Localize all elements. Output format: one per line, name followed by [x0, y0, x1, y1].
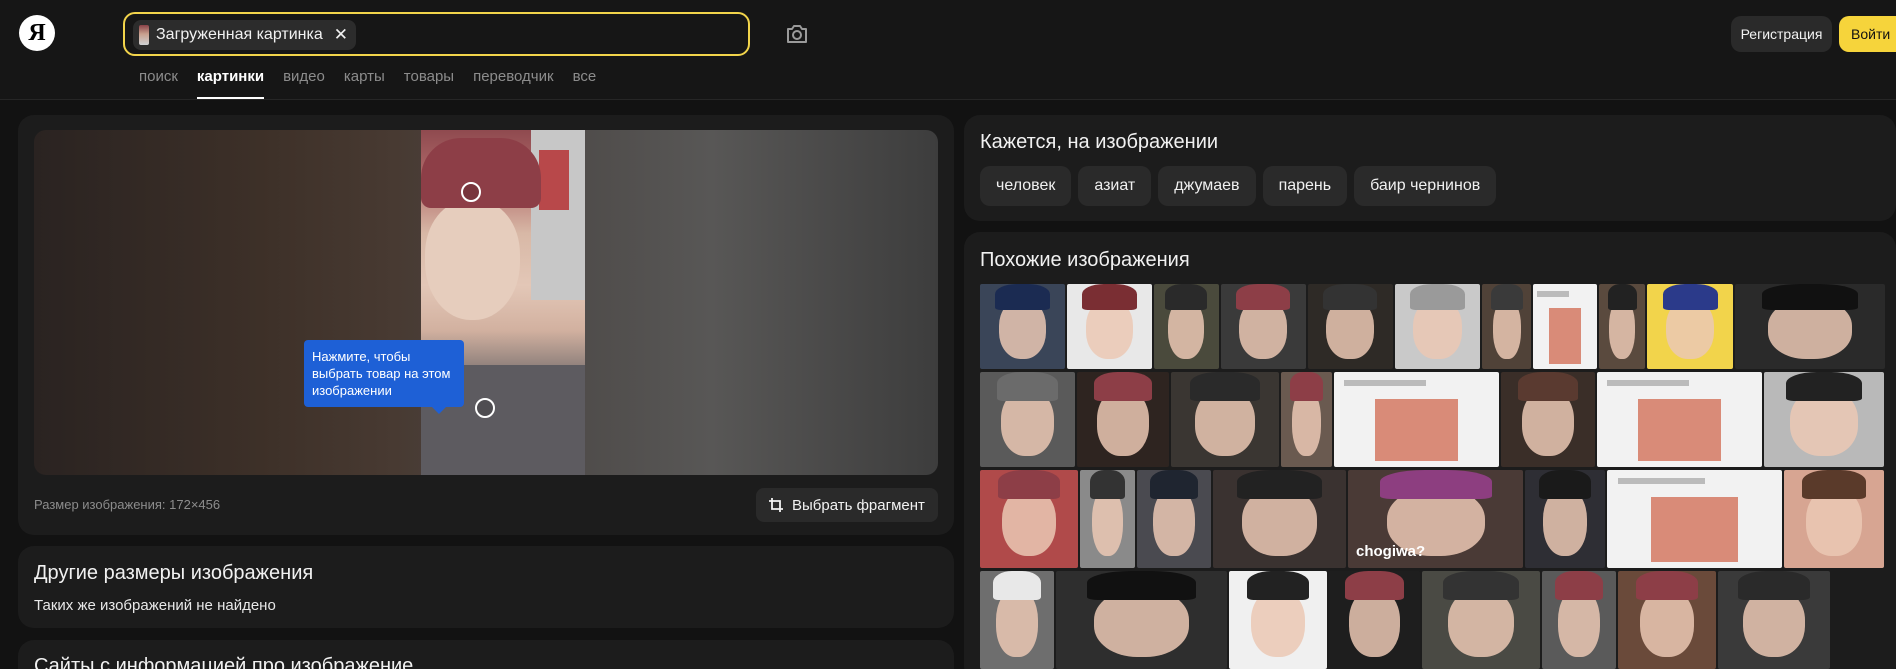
similar-image[interactable] — [1077, 372, 1169, 467]
tab-images[interactable]: картинки — [196, 68, 265, 100]
search-box[interactable]: Загруженная картинка ✕ — [123, 12, 750, 56]
similar-image[interactable] — [1153, 284, 1219, 369]
register-button[interactable]: Регистрация — [1731, 16, 1832, 52]
similar-image[interactable] — [1334, 372, 1499, 467]
header: Я Загруженная картинка ✕ поиск картинки … — [0, 0, 1896, 100]
tag-chip[interactable]: человек — [980, 166, 1072, 206]
similar-images-grid: chogiwa? — [980, 284, 1885, 669]
tab-maps[interactable]: карты — [344, 68, 385, 100]
similar-image[interactable] — [1056, 571, 1227, 669]
tab-products[interactable]: товары — [404, 68, 454, 100]
similar-image-caption: chogiwa? — [1356, 543, 1426, 560]
tag-chip[interactable]: парень — [1262, 166, 1348, 206]
similar-image[interactable] — [1482, 284, 1532, 369]
login-button[interactable]: Войти — [1839, 16, 1896, 52]
recognized-tags-list: человек азиат джумаев парень баир чернин… — [980, 166, 1497, 206]
similar-image[interactable] — [1525, 470, 1605, 568]
similar-image[interactable] — [980, 284, 1065, 369]
similar-image[interactable]: chogiwa? — [1348, 470, 1523, 568]
similar-image[interactable] — [1618, 571, 1716, 669]
sites-title: Сайты с информацией про изображение — [34, 655, 414, 669]
similar-image[interactable] — [1422, 571, 1540, 669]
similar-image[interactable] — [980, 372, 1075, 467]
recognized-tags-title: Кажется, на изображении — [980, 131, 1219, 153]
uploaded-image[interactable] — [421, 130, 585, 475]
close-icon[interactable]: ✕ — [334, 25, 348, 45]
tab-all[interactable]: все — [573, 68, 597, 100]
similar-image[interactable] — [1213, 470, 1346, 568]
uploaded-image-label: Загруженная картинка — [156, 26, 323, 43]
select-fragment-button[interactable]: Выбрать фрагмент — [756, 488, 938, 522]
similar-image[interactable] — [1066, 284, 1152, 369]
similar-image[interactable] — [1171, 372, 1279, 467]
similar-image[interactable] — [1784, 470, 1884, 568]
similar-image[interactable] — [1229, 571, 1327, 669]
crop-icon — [769, 498, 783, 512]
search-tabs: поиск картинки видео карты товары перево… — [139, 68, 615, 100]
similar-image[interactable] — [1281, 372, 1332, 467]
tag-chip[interactable]: азиат — [1078, 166, 1152, 206]
tag-chip[interactable]: баир чернинов — [1354, 166, 1497, 206]
similar-image[interactable] — [1533, 284, 1598, 369]
hotspot-tooltip: Нажмите, чтобы выбрать товар на этом изо… — [304, 340, 464, 414]
similar-image[interactable] — [1220, 284, 1306, 369]
similar-image[interactable] — [1647, 284, 1734, 369]
grid-row: chogiwa? — [980, 470, 1885, 568]
similar-image[interactable] — [980, 571, 1054, 669]
tag-chip[interactable]: джумаев — [1158, 166, 1256, 206]
similar-image[interactable] — [1080, 470, 1135, 568]
similar-image[interactable] — [1735, 284, 1885, 369]
similar-image[interactable] — [1501, 372, 1595, 467]
grid-row — [980, 571, 1885, 669]
grid-row — [980, 284, 1885, 369]
uploaded-image-chip[interactable]: Загруженная картинка ✕ — [133, 20, 356, 50]
select-fragment-label: Выбрать фрагмент — [792, 496, 925, 514]
similar-image[interactable] — [980, 470, 1078, 568]
yandex-logo[interactable]: Я — [19, 15, 55, 51]
similar-image[interactable] — [1718, 571, 1830, 669]
similar-image[interactable] — [1607, 470, 1782, 568]
similar-image[interactable] — [1394, 284, 1481, 369]
similar-image[interactable] — [1597, 372, 1762, 467]
similar-images-title: Похожие изображения — [980, 249, 1190, 271]
tab-search[interactable]: поиск — [139, 68, 178, 100]
similar-image[interactable] — [1307, 284, 1393, 369]
image-size-label: Размер изображения: 172×456 — [34, 497, 221, 512]
similar-image[interactable] — [1137, 470, 1211, 568]
product-hotspot-shirt[interactable] — [475, 398, 495, 418]
similar-image[interactable] — [1764, 372, 1884, 467]
uploaded-image-thumbnail — [139, 25, 149, 45]
other-sizes-panel — [18, 546, 954, 628]
similar-image[interactable] — [1599, 284, 1646, 369]
tab-video[interactable]: видео — [283, 68, 325, 100]
camera-search-icon[interactable] — [784, 21, 810, 47]
uploaded-image-viewer: Нажмите, чтобы выбрать товар на этом изо… — [34, 130, 938, 475]
tab-translator[interactable]: переводчик — [473, 68, 553, 100]
grid-row — [980, 372, 1885, 467]
other-sizes-title: Другие размеры изображения — [34, 562, 314, 584]
other-sizes-message: Таких же изображений не найдено — [34, 597, 276, 614]
similar-image[interactable] — [1329, 571, 1420, 669]
similar-image[interactable] — [1542, 571, 1616, 669]
product-hotspot-hat[interactable] — [461, 182, 481, 202]
